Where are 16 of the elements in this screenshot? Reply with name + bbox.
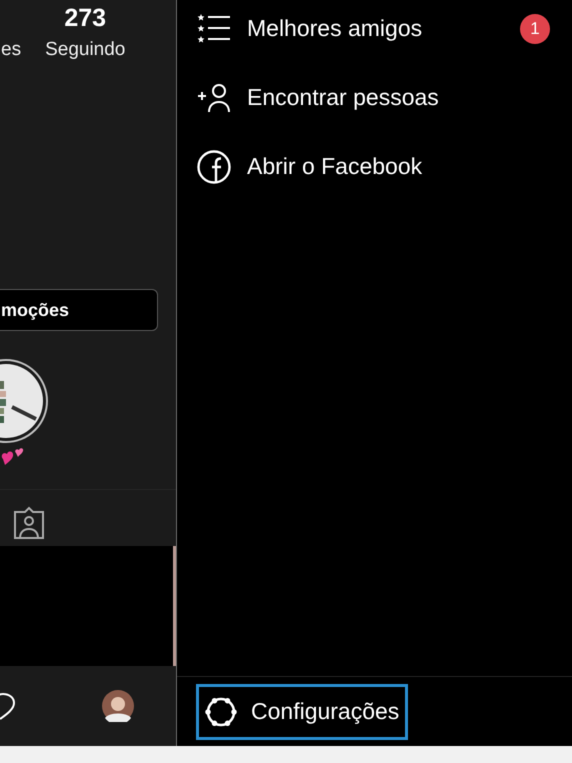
stat-label: es xyxy=(1,39,22,61)
tagged-photos-icon[interactable] xyxy=(12,506,46,540)
menu-item[interactable]: Encontrar pessoas xyxy=(177,63,572,132)
notification-badge: 1 xyxy=(520,14,550,44)
settings-item[interactable]: Configurações xyxy=(196,684,408,740)
stat-label: Seguindo xyxy=(45,39,126,61)
avatar[interactable] xyxy=(102,690,134,722)
settings-icon xyxy=(205,696,237,728)
facebook-icon xyxy=(197,150,231,184)
star-list-icon xyxy=(197,12,231,46)
promotions-button[interactable]: moções xyxy=(0,289,158,331)
menu-item[interactable]: Melhores amigos 1 xyxy=(177,0,572,63)
stat-count: 273 xyxy=(64,4,106,33)
add-person-icon xyxy=(197,82,231,112)
post-thumbnail[interactable] xyxy=(0,546,176,666)
menu-item[interactable]: Abrir o Facebook xyxy=(177,132,572,201)
